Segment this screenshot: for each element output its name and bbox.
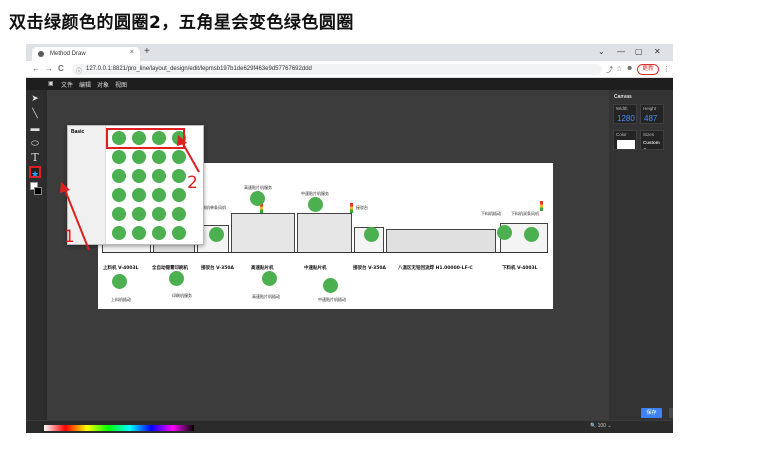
canvas-properties-panel: Canvas Width 1280 Height 487 Color Sizes… xyxy=(609,90,673,433)
browser-window: Method Draw × + ⌄ — ▢ ✕ ← → C ⓘ 127.0.0.… xyxy=(26,44,673,433)
menu-edit[interactable]: 编辑 xyxy=(79,80,91,89)
width-value[interactable]: 1280 xyxy=(617,114,635,123)
share-icon[interactable]: ⤴ xyxy=(606,65,613,75)
back-icon[interactable]: ← xyxy=(32,64,40,73)
profile-icon[interactable]: ☻ xyxy=(626,65,633,72)
bookmark-icon[interactable]: ☆ xyxy=(616,65,622,73)
editor-area: ➤ ╲ ▬ ⬭ T ★ 上料机 V-4003L 全自动锡膏印刷机 接驳台 V-3… xyxy=(26,90,673,433)
close-window-icon[interactable]: ✕ xyxy=(654,47,661,56)
ellipse-tool-icon[interactable]: ⬭ xyxy=(29,137,41,149)
save-button[interactable]: 保存 xyxy=(641,408,662,418)
toolbox: ➤ ╲ ▬ ⬭ T ★ xyxy=(26,90,43,433)
tab-method-draw[interactable]: Method Draw × xyxy=(32,47,140,61)
forward-icon[interactable]: → xyxy=(45,64,53,73)
arrow-1-head xyxy=(60,182,70,193)
line-tool-icon[interactable]: ╲ xyxy=(29,107,41,119)
text-tool-icon[interactable]: T xyxy=(29,152,41,164)
address-bar: ← → C ⓘ 127.0.0.1:8821/pro_line/layout_d… xyxy=(26,61,673,78)
app-logo-icon: ▣ xyxy=(48,81,54,87)
app-menubar: ▣ 文件 编辑 对象 视图 xyxy=(26,78,673,90)
canvas-workspace: 上料机 V-4003L 全自动锡膏印刷机 接驳台 V-350A 高速贴片机 中速… xyxy=(47,90,609,420)
canvas-color-swatch[interactable] xyxy=(617,140,635,149)
more-menu-icon[interactable]: ⋮ xyxy=(663,65,670,73)
update-button[interactable]: 更新 xyxy=(637,64,659,75)
select-tool-icon[interactable]: ➤ xyxy=(29,92,41,104)
width-label: Width xyxy=(616,106,628,111)
status-bar: 🔍 100 ⌄ xyxy=(26,420,673,433)
close-tab-icon[interactable]: × xyxy=(130,49,134,56)
sizes-label: Sizes xyxy=(643,132,655,137)
minimize-icon[interactable]: — xyxy=(617,47,625,56)
slide-title: 双击绿颜色的圆圈2，五角星会变色绿色圆圈 xyxy=(9,13,354,33)
color-field[interactable]: Color xyxy=(613,130,637,150)
color-label: Color xyxy=(616,132,627,137)
color-palette-bar[interactable] xyxy=(44,425,194,431)
new-tab-button[interactable]: + xyxy=(144,46,150,57)
arrow-1 xyxy=(64,189,90,251)
menu-file[interactable]: 文件 xyxy=(61,80,73,89)
reload-icon[interactable]: C xyxy=(58,64,64,73)
height-value[interactable]: 487 xyxy=(644,114,657,123)
arrow-2-head xyxy=(177,135,187,146)
sizes-select[interactable]: Custom ⌄ xyxy=(643,140,663,151)
height-field[interactable]: Height 487 xyxy=(640,104,664,124)
cancel-button[interactable]: 取消 xyxy=(669,408,673,418)
panel-title: Canvas xyxy=(614,94,632,100)
rect-tool-icon[interactable]: ▬ xyxy=(29,122,41,134)
tab-search-icon[interactable]: ⌄ xyxy=(598,47,605,56)
zoom-control[interactable]: 🔍 100 ⌄ xyxy=(590,423,612,429)
stroke-color-swatch[interactable] xyxy=(34,187,42,195)
tab-bar: Method Draw × + ⌄ — ▢ ✕ xyxy=(26,44,673,61)
annotation-arrows xyxy=(60,135,200,251)
url-text: 127.0.0.1:8821/pro_line/layout_design/ed… xyxy=(86,66,312,72)
info-icon[interactable]: ⓘ xyxy=(76,66,82,75)
star-tool-icon[interactable]: ★ xyxy=(29,166,41,179)
url-field[interactable]: ⓘ 127.0.0.1:8821/pro_line/layout_design/… xyxy=(72,64,602,75)
height-label: Height xyxy=(643,106,657,111)
maximize-icon[interactable]: ▢ xyxy=(635,47,643,56)
sizes-field[interactable]: Sizes Custom ⌄ xyxy=(640,130,664,150)
tab-title: Method Draw xyxy=(50,51,86,57)
menu-view[interactable]: 视图 xyxy=(115,80,127,89)
arrow-2 xyxy=(181,141,200,173)
favicon-icon xyxy=(38,51,44,57)
width-field[interactable]: Width 1280 xyxy=(613,104,637,124)
menu-object[interactable]: 对象 xyxy=(97,80,109,89)
